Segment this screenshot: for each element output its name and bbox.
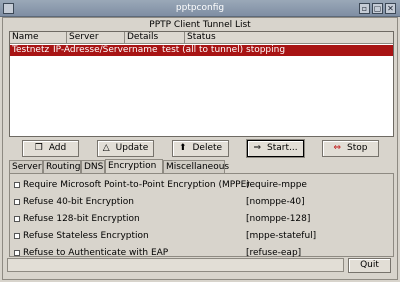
column-header-details[interactable]: Details <box>125 32 185 44</box>
status-bar <box>7 258 344 272</box>
window-title: pptpconfig <box>175 3 225 13</box>
option-value: [nomppe-40] <box>246 197 305 207</box>
tab-miscellaneous[interactable]: Miscellaneous <box>163 160 229 173</box>
tab-routing[interactable]: Routing <box>43 160 81 173</box>
checkbox[interactable] <box>14 199 20 205</box>
option-value: [nomppe-128] <box>246 214 311 224</box>
add-button[interactable]: ❐ Add <box>22 140 79 157</box>
checkbox[interactable] <box>14 182 20 188</box>
tunnel-status: stopping <box>246 45 286 55</box>
title-bar[interactable]: pptpconfig ▫ ▢ ✕ <box>0 0 400 17</box>
tab-server[interactable]: Server <box>9 160 43 173</box>
tunnel-details: test (all to tunnel) <box>162 45 244 55</box>
delete-button[interactable]: ⬆ Delete <box>172 140 229 157</box>
quit-button[interactable]: Quit <box>348 258 391 273</box>
column-header-status[interactable]: Status <box>185 32 393 44</box>
tab-dns[interactable]: DNS <box>81 160 105 173</box>
checkbox[interactable] <box>14 216 20 222</box>
close-icon[interactable]: ✕ <box>385 3 396 14</box>
update-button[interactable]: △ Update <box>97 140 154 157</box>
add-icon: ❐ <box>34 143 43 153</box>
start-button[interactable]: ⇒ Start... <box>246 139 305 158</box>
checkbox[interactable] <box>14 233 20 239</box>
main-window: PPTP Client Tunnel List Name Server Deta… <box>2 17 398 280</box>
option-value: [mppe-stateful] <box>246 231 317 241</box>
tunnel-list[interactable]: Name Server Details Status Testnetz IP-A… <box>9 31 394 137</box>
delete-icon: ⬆ <box>178 143 187 153</box>
option-value: require-mppe <box>246 180 307 190</box>
maximize-icon[interactable]: ▢ <box>372 3 383 14</box>
tab-encryption[interactable]: Encryption <box>105 159 163 173</box>
stop-button[interactable]: ⇔ Stop <box>322 140 379 157</box>
tunnel-row[interactable]: Testnetz IP-Adresse/Servername test (all… <box>10 45 393 56</box>
stop-icon: ⇔ <box>333 143 342 153</box>
encryption-panel: Require Microsoft Point-to-Point Encrypt… <box>9 173 394 258</box>
minimize-icon[interactable]: ▫ <box>359 3 370 14</box>
tunnel-name: Testnetz <box>12 45 50 55</box>
update-icon: △ <box>102 143 110 153</box>
column-header-name[interactable]: Name <box>10 32 67 44</box>
checkbox[interactable] <box>14 250 20 256</box>
column-header-server[interactable]: Server <box>67 32 125 44</box>
tunnel-list-title: PPTP Client Tunnel List <box>149 20 251 30</box>
start-icon: ⇒ <box>253 143 261 153</box>
tunnel-server: IP-Adresse/Servername <box>53 45 158 55</box>
